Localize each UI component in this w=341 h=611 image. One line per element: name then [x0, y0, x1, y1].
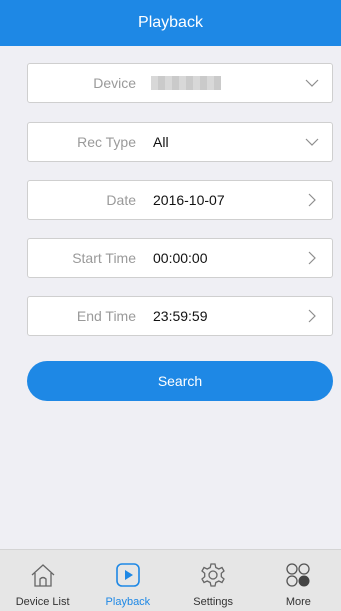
date-value: 2016-10-07: [153, 192, 225, 208]
chevron-right-icon: [304, 308, 320, 329]
start-time-label: Start Time: [72, 250, 136, 266]
home-icon: [28, 560, 58, 590]
tab-playback[interactable]: Playback: [85, 550, 170, 611]
header-bar: Playback: [0, 0, 341, 46]
gear-icon: [198, 560, 228, 590]
search-button[interactable]: Search: [27, 361, 333, 401]
tab-label: Playback: [105, 596, 151, 608]
rec-type-label: Rec Type: [77, 134, 136, 150]
date-label: Date: [106, 192, 136, 208]
device-value-redacted: [151, 76, 221, 90]
chevron-right-icon: [304, 192, 320, 213]
tab-bar: Device List Playback Settings More: [0, 549, 341, 611]
page-title: Playback: [138, 14, 203, 31]
start-time-field[interactable]: Start Time 00:00:00: [27, 238, 333, 278]
tab-label: More: [285, 596, 311, 608]
rec-type-value: All: [153, 134, 169, 150]
tab-label: Settings: [193, 596, 233, 608]
device-label: Device: [93, 75, 136, 91]
chevron-right-icon: [304, 250, 320, 271]
tab-device-list[interactable]: Device List: [0, 550, 85, 611]
end-time-label: End Time: [76, 308, 136, 324]
rec-type-select[interactable]: Rec Type All: [27, 122, 333, 162]
date-field[interactable]: Date 2016-10-07: [27, 180, 333, 220]
end-time-value: 23:59:59: [153, 308, 208, 324]
start-time-value: 00:00:00: [153, 250, 208, 266]
more-icon: [283, 560, 313, 590]
tab-settings[interactable]: Settings: [171, 550, 256, 611]
tab-more[interactable]: More: [256, 550, 341, 611]
end-time-field[interactable]: End Time 23:59:59: [27, 296, 333, 336]
play-icon: [113, 560, 143, 590]
search-button-label: Search: [157, 373, 203, 389]
device-select[interactable]: Device: [27, 63, 333, 103]
chevron-down-icon: [304, 75, 320, 96]
chevron-down-icon: [304, 134, 320, 155]
tab-label: Device List: [15, 596, 70, 608]
